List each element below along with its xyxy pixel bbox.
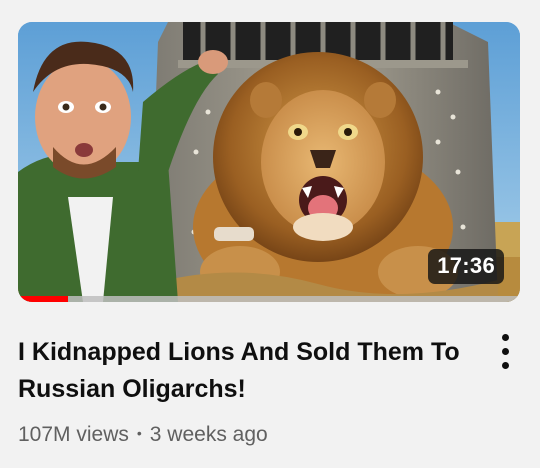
duration-badge: 17:36 xyxy=(428,249,504,284)
video-title[interactable]: I Kidnapped Lions And Sold Them To Russi… xyxy=(18,334,468,408)
video-card[interactable]: 17:36 I Kidnapped Lions And Sold Them To… xyxy=(0,0,540,468)
video-metadata: 107M views • 3 weeks ago xyxy=(18,423,268,447)
watch-progress-bar xyxy=(18,296,520,302)
meta-separator: • xyxy=(136,425,142,441)
watch-progress-fill xyxy=(18,296,69,302)
upload-date: 3 weeks ago xyxy=(149,423,268,446)
video-thumbnail[interactable]: 17:36 xyxy=(18,22,520,302)
more-options-button[interactable] xyxy=(490,330,522,374)
more-vertical-icon-dot xyxy=(502,362,509,369)
more-vertical-icon-dot xyxy=(502,348,509,355)
view-count: 107M views xyxy=(18,423,129,446)
more-vertical-icon xyxy=(502,334,509,341)
